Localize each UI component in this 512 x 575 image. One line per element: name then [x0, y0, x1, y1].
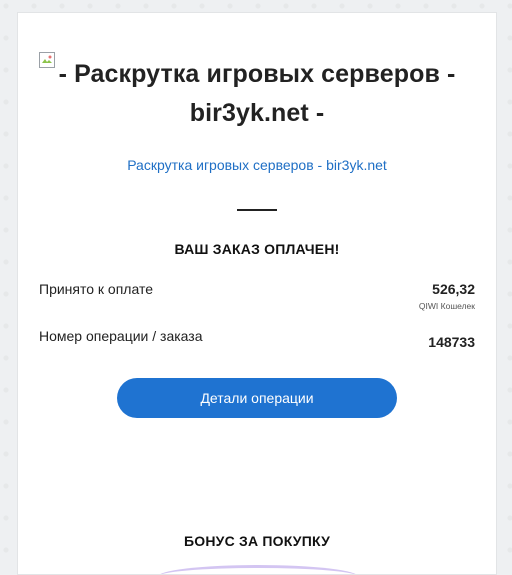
accepted-label: Принято к оплате — [39, 281, 153, 297]
order-details: Принято к оплате 526,32 QIWI Кошелек Ном… — [18, 281, 496, 350]
broken-image-icon — [39, 52, 55, 68]
operation-label: Номер операции / заказа — [39, 328, 203, 344]
operation-details-button[interactable]: Детали операции — [117, 378, 397, 418]
button-container: Детали операции — [18, 378, 496, 418]
site-link[interactable]: Раскрутка игровых серверов - bir3yk.net — [18, 157, 496, 173]
accepted-value-group: 526,32 QIWI Кошелек — [419, 281, 475, 311]
operation-row: Номер операции / заказа 148733 — [39, 328, 475, 350]
bonus-heading: БОНУС ЗА ПОКУПКУ — [184, 533, 330, 549]
accepted-row: Принято к оплате 526,32 QIWI Кошелек — [39, 281, 475, 311]
payment-method: QIWI Кошелек — [418, 301, 475, 311]
accepted-amount: 526,32 — [432, 281, 475, 297]
operation-number: 148733 — [428, 334, 475, 350]
page-title: - Раскрутка игровых серверов - bir3yk.ne… — [58, 60, 456, 127]
order-paid-heading: ВАШ ЗАКАЗ ОПЛАЧЕН! — [174, 241, 340, 257]
bonus-decoration — [158, 565, 358, 574]
divider — [237, 209, 277, 211]
receipt-card: - Раскрутка игровых серверов - bir3yk.ne… — [17, 12, 497, 575]
header: - Раскрутка игровых серверов - bir3yk.ne… — [18, 13, 496, 133]
